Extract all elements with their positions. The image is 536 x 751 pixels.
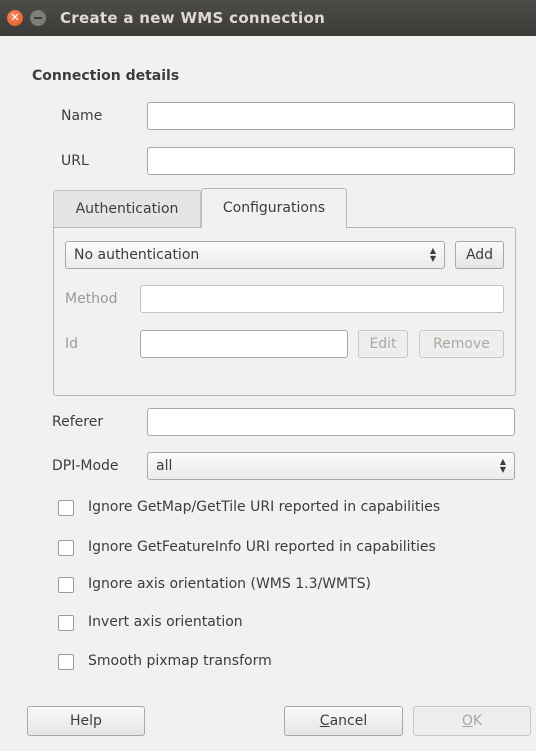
ok-mnemonic: O	[461, 713, 473, 729]
tab-configurations[interactable]: Configurations	[201, 188, 347, 228]
smooth-pixmap-transform-checkbox[interactable]	[58, 654, 74, 670]
ignore-getfeatureinfo-uri-checkbox[interactable]	[58, 540, 74, 556]
url-label: URL	[61, 153, 89, 169]
ok-label-post: K	[472, 713, 483, 729]
cancel-label-post: ancel	[329, 713, 368, 729]
spin-arrows-icon: ▲ ▼	[499, 458, 507, 474]
referer-input[interactable]	[147, 408, 515, 436]
spin-down-icon: ▼	[499, 465, 507, 474]
ignore-getmap-uri-label: Ignore GetMap/GetTile URI reported in ca…	[88, 499, 441, 515]
tab-authentication[interactable]: Authentication	[53, 190, 201, 228]
name-input[interactable]	[147, 102, 515, 130]
auth-config-combo[interactable]: No authentication ▲ ▼	[65, 241, 445, 269]
cancel-mnemonic: C	[319, 713, 330, 729]
auth-config-value: No authentication	[74, 247, 200, 263]
dpi-mode-label: DPI-Mode	[52, 458, 119, 474]
method-input[interactable]	[140, 285, 504, 313]
ok-button[interactable]: OK	[413, 706, 531, 736]
method-label: Method	[65, 291, 118, 307]
ignore-axis-orientation-checkbox[interactable]	[58, 577, 74, 593]
spin-arrows-icon: ▲ ▼	[429, 247, 437, 263]
cancel-button[interactable]: Cancel	[284, 706, 403, 736]
referer-label: Referer	[52, 414, 104, 430]
name-label: Name	[61, 108, 103, 124]
smooth-pixmap-transform-label: Smooth pixmap transform	[88, 653, 272, 669]
spin-down-icon: ▼	[429, 254, 437, 263]
add-auth-button[interactable]: Add	[455, 241, 504, 269]
id-label: Id	[65, 336, 79, 352]
window-title: Create a new WMS connection	[60, 9, 326, 27]
remove-auth-button[interactable]: Remove	[419, 330, 504, 358]
ignore-axis-orientation-label: Ignore axis orientation (WMS 1.3/WMTS)	[88, 576, 372, 592]
invert-axis-orientation-checkbox[interactable]	[58, 615, 74, 631]
id-input[interactable]	[140, 330, 348, 358]
window-titlebar: ✕ Create a new WMS connection	[0, 0, 536, 36]
section-title: Connection details	[32, 68, 180, 84]
invert-axis-orientation-label: Invert axis orientation	[88, 614, 243, 630]
url-input[interactable]	[147, 147, 515, 175]
edit-auth-button[interactable]: Edit	[358, 330, 408, 358]
ignore-getmap-uri-checkbox[interactable]	[58, 500, 74, 516]
dpi-mode-combo[interactable]: all ▲ ▼	[147, 452, 515, 480]
minimize-icon[interactable]	[30, 10, 46, 26]
help-button[interactable]: Help	[27, 706, 145, 736]
close-icon[interactable]: ✕	[7, 10, 23, 26]
ignore-getfeatureinfo-uri-label: Ignore GetFeatureInfo URI reported in ca…	[88, 539, 436, 555]
dpi-mode-value: all	[156, 458, 173, 474]
